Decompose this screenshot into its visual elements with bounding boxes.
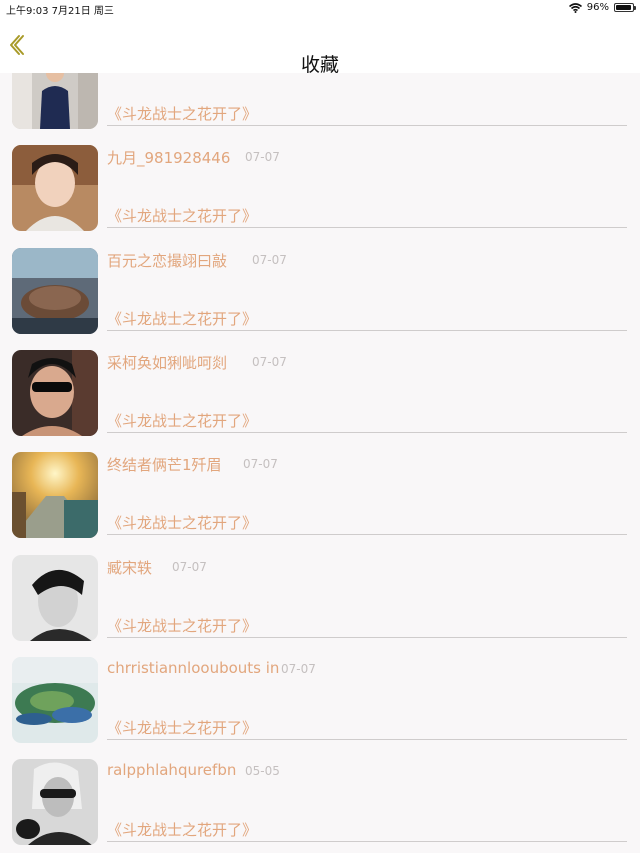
- user-name[interactable]: 采柯奂如猁呲呵剡: [107, 352, 227, 373]
- favorite-item[interactable]: 百元之恋撮翊曰敲 07-07 《斗龙战士之花开了》: [0, 248, 640, 350]
- user-name[interactable]: chrristiannlooubouts in: [107, 659, 279, 677]
- avatar: [12, 657, 98, 743]
- wifi-icon: [568, 2, 582, 13]
- favorite-date: 07-07: [252, 355, 287, 369]
- favorite-date: 07-07: [172, 560, 207, 574]
- row-divider: [107, 330, 627, 331]
- work-title[interactable]: 《斗龙战士之花开了》: [107, 819, 257, 840]
- avatar: [12, 350, 98, 436]
- row-divider: [107, 534, 627, 535]
- row-divider: [107, 841, 627, 842]
- avatar: [12, 145, 98, 231]
- avatar: [12, 555, 98, 641]
- favorite-item[interactable]: 九月_981928446 07-07 《斗龙战士之花开了》: [0, 145, 640, 247]
- row-divider: [107, 125, 627, 126]
- work-title[interactable]: 《斗龙战士之花开了》: [107, 205, 257, 226]
- user-name[interactable]: 臧宋轶: [107, 557, 152, 578]
- work-title[interactable]: 《斗龙战士之花开了》: [107, 410, 257, 431]
- status-bar: 上午9:03 7月21日 周三 96%: [0, 0, 640, 17]
- work-title[interactable]: 《斗龙战士之花开了》: [107, 615, 257, 636]
- battery-fill: [616, 5, 632, 10]
- avatar: [12, 73, 98, 129]
- work-title[interactable]: 《斗龙战士之花开了》: [107, 308, 257, 329]
- favorite-item[interactable]: ralpphlahqurefbn 05-05 《斗龙战士之花开了》: [0, 759, 640, 853]
- row-divider: [107, 432, 627, 433]
- nav-bar: 收藏: [0, 16, 640, 76]
- user-name[interactable]: 百元之恋撮翊曰敲: [107, 250, 227, 271]
- favorite-item[interactable]: 终结者俩芒1歼眉 07-07 《斗龙战士之花开了》: [0, 452, 640, 554]
- favorite-date: 07-07: [243, 457, 278, 471]
- row-divider: [107, 637, 627, 638]
- favorite-item[interactable]: 采柯奂如猁呲呵剡 07-07 《斗龙战士之花开了》: [0, 350, 640, 452]
- row-divider: [107, 739, 627, 740]
- status-time-date: 上午9:03 7月21日 周三: [6, 6, 114, 17]
- avatar: [12, 452, 98, 538]
- status-right-group: 96%: [568, 2, 636, 13]
- battery-tip: [634, 6, 636, 10]
- battery-percent: 96%: [586, 2, 609, 13]
- avatar: [12, 759, 98, 845]
- avatar: [12, 248, 98, 334]
- work-title[interactable]: 《斗龙战士之花开了》: [107, 103, 257, 124]
- favorite-date: 07-07: [252, 253, 287, 267]
- favorite-date: 07-07: [281, 662, 316, 676]
- favorites-list[interactable]: 《斗龙战士之花开了》 九月_981928446 07-07 《斗龙战士之花开了》: [0, 73, 640, 853]
- user-name[interactable]: 九月_981928446: [107, 147, 230, 168]
- favorite-item[interactable]: 臧宋轶 07-07 《斗龙战士之花开了》: [0, 555, 640, 657]
- row-divider: [107, 227, 627, 228]
- user-name[interactable]: ralpphlahqurefbn: [107, 761, 236, 779]
- favorite-item[interactable]: chrristiannlooubouts in 07-07 《斗龙战士之花开了》: [0, 657, 640, 759]
- favorite-date: 05-05: [245, 764, 280, 778]
- user-name[interactable]: 终结者俩芒1歼眉: [107, 454, 222, 475]
- battery-icon: [614, 3, 636, 12]
- favorite-date: 07-07: [245, 150, 280, 164]
- work-title[interactable]: 《斗龙战士之花开了》: [107, 717, 257, 738]
- work-title[interactable]: 《斗龙战士之花开了》: [107, 512, 257, 533]
- favorite-item[interactable]: 《斗龙战士之花开了》: [0, 73, 640, 145]
